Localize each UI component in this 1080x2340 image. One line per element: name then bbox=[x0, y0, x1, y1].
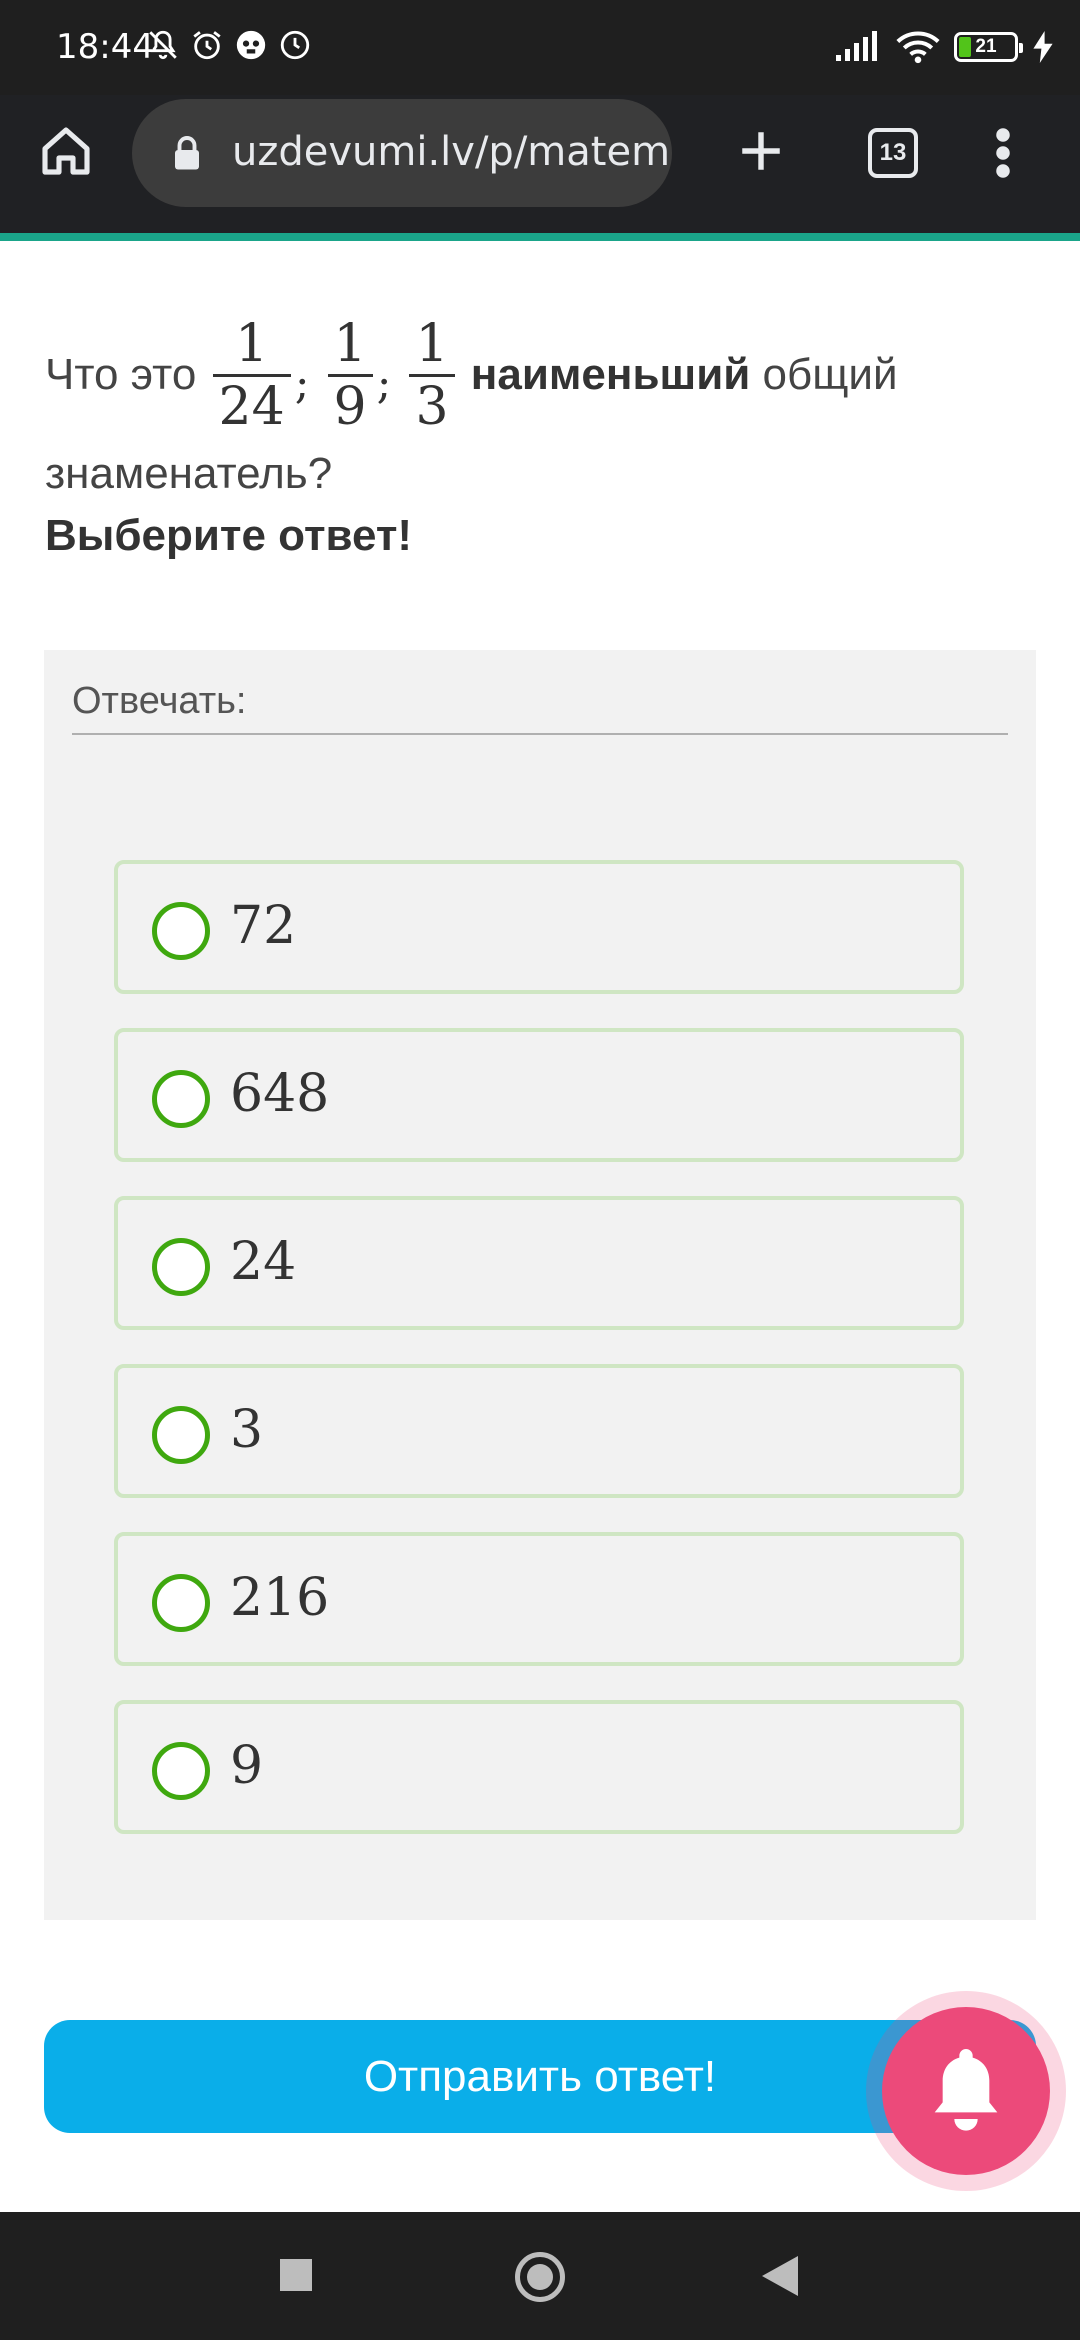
answer-option-text: 24 bbox=[230, 1232, 297, 1292]
mute-icon bbox=[146, 28, 180, 62]
battery-level: 21 bbox=[975, 36, 997, 57]
page-load-accent-line bbox=[0, 233, 1080, 241]
status-icons-left bbox=[146, 28, 312, 62]
fraction-1: 1 24 bbox=[212, 313, 291, 437]
fraction-2-numerator: 1 bbox=[333, 313, 367, 374]
fraction-2: 1 9 bbox=[327, 313, 373, 437]
answer-option-24[interactable]: 24 bbox=[114, 1196, 964, 1330]
fraction-2-denominator: 9 bbox=[327, 373, 373, 437]
system-nav-bar bbox=[0, 2212, 1080, 2340]
status-time: 18:44 bbox=[56, 27, 154, 67]
answer-option-72[interactable]: 72 bbox=[114, 860, 964, 994]
signal-icon bbox=[834, 31, 882, 63]
question-emphasis: наименьший bbox=[470, 350, 751, 399]
menu-icon[interactable] bbox=[994, 125, 1012, 186]
radio-button[interactable] bbox=[152, 1742, 210, 1800]
fraction-separator: ; bbox=[376, 358, 392, 409]
battery-tip bbox=[1019, 43, 1023, 53]
app-notification-icon bbox=[234, 28, 268, 62]
question-instruction: Выберите ответ! bbox=[45, 511, 413, 560]
radio-button[interactable] bbox=[152, 902, 210, 960]
radio-button[interactable] bbox=[152, 1070, 210, 1128]
url-bar[interactable]: uzdevumi.lv/p/matem bbox=[132, 99, 672, 207]
question-suffix: общий bbox=[750, 350, 898, 399]
alarm-icon bbox=[190, 28, 224, 62]
status-icons-right: 21 bbox=[834, 30, 1054, 64]
home-icon[interactable] bbox=[38, 123, 94, 184]
question-prefix: Что это bbox=[45, 350, 197, 399]
new-tab-icon[interactable] bbox=[736, 123, 786, 184]
answer-option-648[interactable]: 648 bbox=[114, 1028, 964, 1162]
answer-option-3[interactable]: 3 bbox=[114, 1364, 964, 1498]
radio-button[interactable] bbox=[152, 1238, 210, 1296]
recents-icon[interactable] bbox=[280, 2259, 312, 2291]
radio-button[interactable] bbox=[152, 1406, 210, 1464]
notification-bell-button[interactable] bbox=[882, 2007, 1050, 2175]
fraction-3-denominator: 3 bbox=[409, 373, 455, 437]
clock-icon bbox=[278, 28, 312, 62]
fraction-1-numerator: 1 bbox=[235, 313, 269, 374]
answer-option-216[interactable]: 216 bbox=[114, 1532, 964, 1666]
wifi-icon bbox=[896, 30, 940, 64]
fraction-3-numerator: 1 bbox=[415, 313, 449, 374]
url-text: uzdevumi.lv/p/matem bbox=[232, 129, 671, 175]
answer-option-text: 648 bbox=[230, 1064, 330, 1124]
status-bar: 18:44 21 bbox=[0, 0, 1080, 95]
battery-icon: 21 bbox=[954, 32, 1023, 62]
bell-icon bbox=[926, 2041, 1006, 2142]
home-circle-icon[interactable] bbox=[515, 2252, 565, 2302]
radio-button[interactable] bbox=[152, 1574, 210, 1632]
fraction-1-denominator: 24 bbox=[212, 373, 291, 437]
question-line-1: Что это 1 24 ; 1 9 ; 1 3 наименьший общи… bbox=[45, 300, 1045, 450]
answer-option-text: 9 bbox=[230, 1736, 264, 1796]
answer-panel: Отвечать: 72 648 24 3 216 9 bbox=[44, 650, 1036, 1920]
tabs-icon[interactable]: 13 bbox=[868, 128, 918, 178]
fraction-separator: ; bbox=[294, 358, 310, 409]
back-icon[interactable] bbox=[762, 2256, 798, 2301]
answer-option-text: 216 bbox=[230, 1568, 330, 1628]
answer-option-text: 3 bbox=[230, 1400, 264, 1460]
answer-option-text: 72 bbox=[230, 896, 297, 956]
submit-label: Отправить ответ! bbox=[363, 2051, 717, 2101]
browser-toolbar: uzdevumi.lv/p/matem 13 bbox=[0, 95, 1080, 233]
tab-count: 13 bbox=[879, 139, 907, 166]
answer-label: Отвечать: bbox=[72, 680, 1008, 735]
charging-icon bbox=[1032, 31, 1054, 63]
question-text: Что это 1 24 ; 1 9 ; 1 3 наименьший общи… bbox=[45, 300, 1045, 566]
question-line-2: знаменатель? bbox=[45, 449, 333, 498]
lock-icon bbox=[172, 135, 202, 176]
battery-fill bbox=[959, 37, 971, 57]
fraction-3: 1 3 bbox=[409, 313, 455, 437]
answer-option-9[interactable]: 9 bbox=[114, 1700, 964, 1834]
